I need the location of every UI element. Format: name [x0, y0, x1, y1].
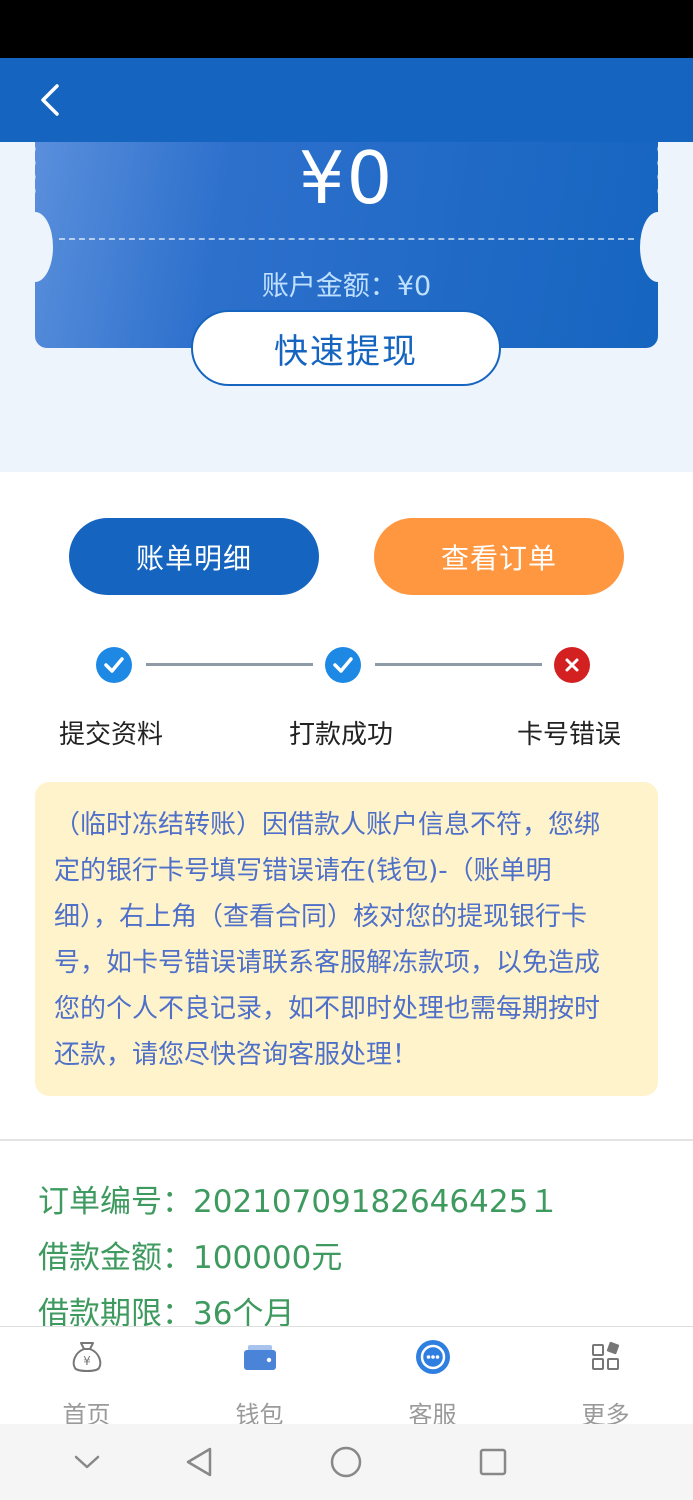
notice-line: 细），右上角（查看合同）核对您的提现银行卡: [54, 902, 588, 932]
quick-withdraw-button[interactable]: 快速提现: [191, 310, 501, 386]
grid-icon: [591, 1341, 619, 1370]
nav-back-button[interactable]: [175, 1438, 223, 1486]
step-connector: [375, 663, 542, 666]
bottom-tab-bar: ¥ 首页 钱包 客服 更多: [0, 1326, 693, 1429]
nav-collapse-button[interactable]: [63, 1438, 111, 1486]
chevron-left-icon: [41, 84, 59, 116]
tab-customer-service[interactable]: 客服: [346, 1327, 519, 1429]
step-label-paid: 打款成功: [289, 720, 394, 750]
check-icon: [325, 647, 361, 683]
svg-text:¥: ¥: [83, 1354, 91, 1368]
step-label-card-error: 卡号错误: [517, 720, 622, 750]
money-bag-icon: ¥: [72, 1342, 101, 1372]
account-balance-label: 账户金额：: [261, 271, 397, 302]
nav-home-button[interactable]: [322, 1438, 370, 1486]
system-navigation-bar: [0, 1424, 693, 1500]
error-x-icon: [554, 647, 590, 683]
loan-amount-label: 借款金额：: [38, 1240, 193, 1276]
top-app-bar: [0, 58, 693, 142]
loan-amount: 借款金额：100000元: [38, 1232, 342, 1277]
triangle-back-icon: [186, 1447, 212, 1477]
card-divider: [59, 238, 634, 240]
notice-line: （临时冻结转账）因借款人账户信息不符，您绑: [54, 810, 601, 840]
balance-section: ¥0 账户金额：¥0 快速提现: [0, 142, 693, 472]
tab-more[interactable]: 更多: [519, 1327, 692, 1429]
tab-home[interactable]: ¥ 首页: [0, 1327, 173, 1429]
status-bar: [0, 0, 693, 58]
chevron-down-icon: [74, 1455, 100, 1469]
loan-amount-value: 100000元: [193, 1240, 343, 1276]
circle-home-icon: [330, 1446, 362, 1478]
order-number: 订单编号：20210709182646425１: [38, 1176, 559, 1221]
notice-line: 号，如卡号错误请联系客服解冻款项，以免造成: [54, 948, 601, 978]
section-divider: [0, 1139, 693, 1141]
square-recents-icon: [479, 1448, 507, 1476]
chat-icon: [415, 1340, 450, 1374]
account-balance-value: ¥0: [396, 271, 432, 302]
step-label-submit: 提交资料: [59, 720, 164, 750]
notice-line: 定的银行卡号填写错误请在(钱包)-（账单明: [54, 856, 552, 886]
view-order-button[interactable]: 查看订单: [374, 518, 624, 595]
order-number-label: 订单编号：: [38, 1184, 193, 1220]
tab-wallet[interactable]: 钱包: [173, 1327, 346, 1429]
back-button[interactable]: [28, 76, 72, 124]
notice-line: 您的个人不良记录，如不即时处理也需每期按时: [54, 994, 601, 1024]
bill-detail-button[interactable]: 账单明细: [69, 518, 319, 595]
freeze-notice: （临时冻结转账）因借款人账户信息不符，您绑 定的银行卡号填写错误请在(钱包)-（…: [35, 782, 658, 1096]
order-number-value: 20210709182646425１: [193, 1184, 560, 1220]
step-connector: [146, 663, 313, 666]
nav-recents-button[interactable]: [469, 1438, 517, 1486]
check-icon: [96, 647, 132, 683]
account-balance: 账户金额：¥0: [35, 264, 658, 303]
notice-line: 还款，请您尽快咨询客服处理！: [54, 1040, 419, 1070]
withdrawable-amount: ¥0: [298, 142, 395, 220]
wallet-icon: [243, 1345, 276, 1370]
